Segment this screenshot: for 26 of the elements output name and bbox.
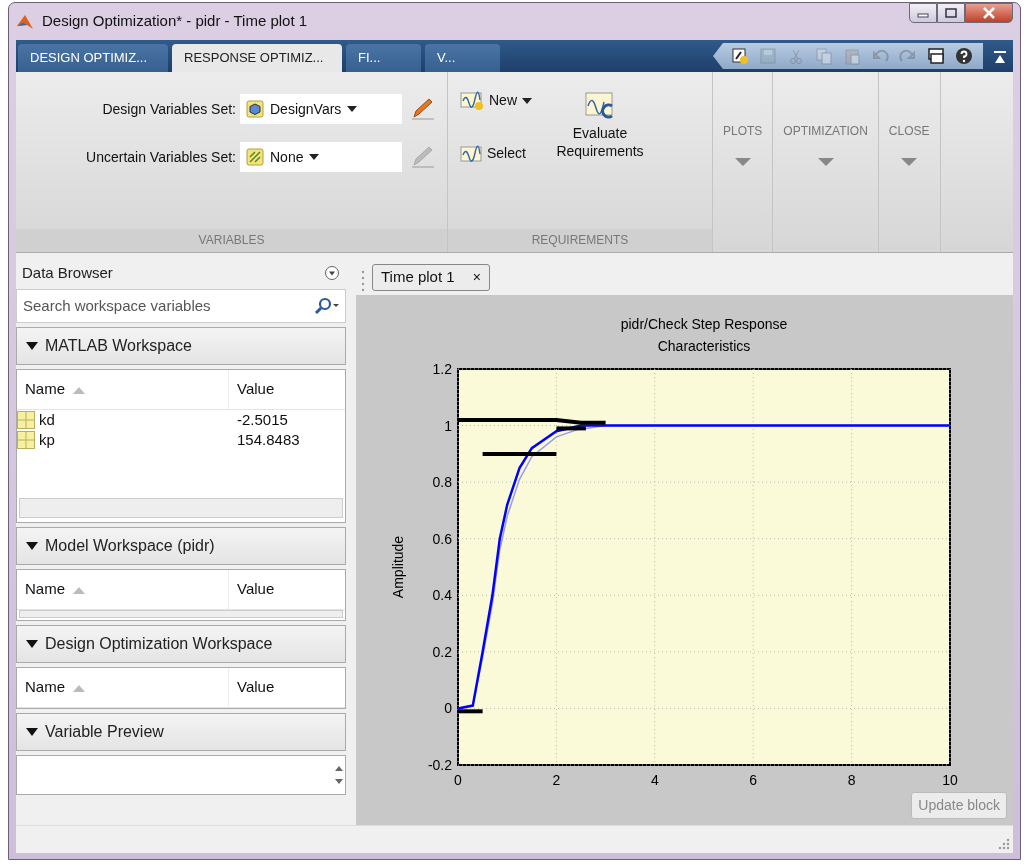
field-label: Uncertain Variables Set: xyxy=(85,147,236,167)
field-label: Design Variables Set: xyxy=(101,99,236,119)
y-tick-label: 0.2 xyxy=(432,643,452,660)
x-tick-label: 8 xyxy=(847,772,856,788)
x-tick-label: 0 xyxy=(454,772,462,788)
y-tick-label: 1 xyxy=(444,417,452,434)
y-tick-label: 0 xyxy=(444,700,452,717)
y-tick-label: 0.6 xyxy=(432,530,452,547)
chart-title: pidr/Check Step Response Characteristics xyxy=(620,316,788,354)
window-title: Design Optimization* - pidr - Time plot 1 xyxy=(42,11,308,32)
table-cell-text: kd xyxy=(39,409,55,430)
table-cell-text: kp xyxy=(39,429,55,450)
x-tick-label: 10 xyxy=(942,772,958,788)
x-tick-label: 6 xyxy=(749,772,758,788)
x-tick-label: 4 xyxy=(650,772,659,788)
group-label: VARIABLES xyxy=(16,229,447,252)
table-cell-text: 154.8483 xyxy=(237,429,300,450)
y-tick-label: 0.4 xyxy=(432,587,452,604)
y-tick-label: 1.2 xyxy=(432,361,452,377)
y-axis-label: Amplitude xyxy=(390,535,406,599)
y-tick-label: 0.8 xyxy=(432,474,452,491)
table-cell-text: -2.5015 xyxy=(237,409,288,430)
panel-title: Data Browser xyxy=(22,262,114,283)
group-label: REQUIREMENTS xyxy=(448,229,712,252)
y-tick-label: -0.2 xyxy=(427,757,452,773)
x-tick-label: 2 xyxy=(552,772,561,788)
